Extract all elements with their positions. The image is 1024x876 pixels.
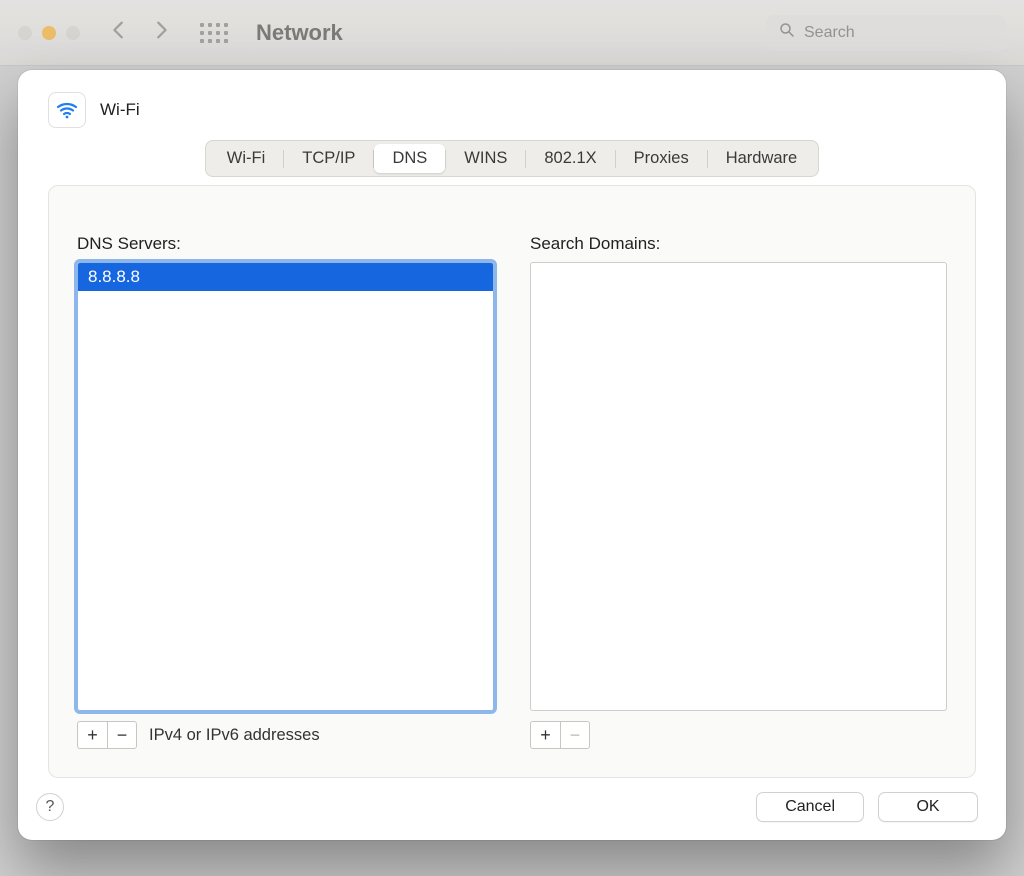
close-window-icon[interactable] bbox=[18, 26, 32, 40]
cancel-button[interactable]: Cancel bbox=[756, 792, 864, 822]
all-prefs-icon[interactable] bbox=[200, 23, 228, 43]
zoom-window-icon[interactable] bbox=[66, 26, 80, 40]
search-domains-label: Search Domains: bbox=[530, 234, 947, 254]
dns-panel: DNS Servers: 8.8.8.8 + − IPv4 or IPv6 ad… bbox=[48, 185, 976, 778]
tab-802-1x[interactable]: 802.1X bbox=[526, 144, 614, 173]
tab-tcp-ip[interactable]: TCP/IP bbox=[284, 144, 373, 173]
dns-servers-column: DNS Servers: 8.8.8.8 + − IPv4 or IPv6 ad… bbox=[77, 234, 494, 749]
nav-arrows bbox=[108, 19, 172, 46]
add-dns-server-button[interactable]: + bbox=[77, 721, 107, 749]
network-advanced-sheet: Wi-Fi Wi-FiTCP/IPDNSWINS802.1XProxiesHar… bbox=[18, 70, 1006, 840]
tab-wins[interactable]: WINS bbox=[446, 144, 525, 173]
nav-forward-icon[interactable] bbox=[150, 19, 172, 46]
remove-search-domain-button[interactable]: − bbox=[560, 721, 590, 749]
add-search-domain-button[interactable]: + bbox=[530, 721, 560, 749]
search-icon bbox=[778, 21, 804, 44]
dns-server-row[interactable]: 8.8.8.8 bbox=[78, 263, 493, 291]
dns-address-hint: IPv4 or IPv6 addresses bbox=[149, 726, 320, 745]
search-input[interactable]: Search bbox=[766, 15, 1006, 51]
help-button[interactable]: ? bbox=[36, 793, 64, 821]
ok-button[interactable]: OK bbox=[878, 792, 978, 822]
search-domains-column: Search Domains: + − bbox=[530, 234, 947, 749]
search-domains-addremove: + − bbox=[530, 721, 590, 749]
wifi-service-icon bbox=[48, 92, 86, 128]
sheet-header: Wi-Fi bbox=[18, 70, 1006, 134]
dns-servers-list[interactable]: 8.8.8.8 bbox=[77, 262, 494, 711]
window-title: Network bbox=[256, 20, 343, 46]
dns-servers-label: DNS Servers: bbox=[77, 234, 494, 254]
window-toolbar: Network Search bbox=[0, 0, 1024, 66]
search-placeholder: Search bbox=[804, 24, 855, 42]
window-controls bbox=[18, 26, 80, 40]
tab-dns[interactable]: DNS bbox=[374, 144, 445, 173]
search-domains-list[interactable] bbox=[530, 262, 947, 711]
remove-dns-server-button[interactable]: − bbox=[107, 721, 137, 749]
tab-hardware[interactable]: Hardware bbox=[708, 144, 816, 173]
tabbar: Wi-FiTCP/IPDNSWINS802.1XProxiesHardware bbox=[205, 140, 819, 177]
tab-wi-fi[interactable]: Wi-Fi bbox=[209, 144, 283, 173]
minimize-window-icon[interactable] bbox=[42, 26, 56, 40]
nav-back-icon[interactable] bbox=[108, 19, 130, 46]
sheet-title: Wi-Fi bbox=[100, 100, 140, 120]
tab-proxies[interactable]: Proxies bbox=[616, 144, 707, 173]
dns-servers-addremove: + − bbox=[77, 721, 137, 749]
sheet-footer: ? Cancel OK bbox=[18, 778, 1006, 840]
